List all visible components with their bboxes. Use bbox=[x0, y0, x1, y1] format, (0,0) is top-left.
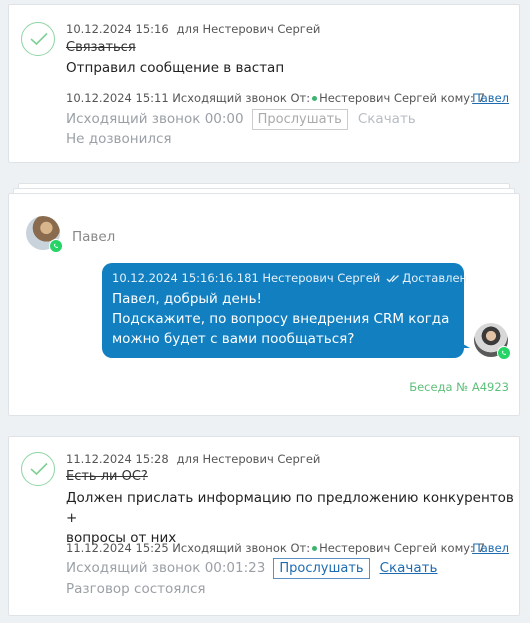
download-link[interactable]: Скачать bbox=[358, 111, 416, 127]
delivered-label: Доставлен bbox=[402, 271, 468, 285]
activity-card: 11.12.2024 15:28 для Нестерович Сергей Ес… bbox=[8, 436, 520, 616]
user-avatar[interactable] bbox=[474, 323, 511, 360]
call-label: Исходящий звонок 00:01:23 bbox=[66, 560, 266, 576]
call-from-name: Нестерович Сергей кому: 7 bbox=[319, 541, 485, 555]
activity-body-line: Должен прислать информацию по предложени… bbox=[66, 490, 514, 526]
call-status: Не дозвонился bbox=[66, 131, 172, 147]
message-line: Подскажите, по вопросу внедрения CRM ког… bbox=[112, 311, 450, 327]
check-circle-icon[interactable] bbox=[21, 22, 55, 56]
message-text: Павел, добрый день! Подскажите, по вопро… bbox=[112, 289, 454, 349]
whatsapp-icon bbox=[49, 239, 63, 253]
call-from-name: Нестерович Сергей кому: 7 bbox=[319, 91, 485, 105]
message-meta-text: 10.12.2024 15:16:16.181 Нестерович Серге… bbox=[112, 271, 381, 285]
contact-avatar[interactable] bbox=[26, 216, 63, 253]
call-meta: 10.12.2024 15:11 Исходящий звонок От: Нес… bbox=[66, 91, 485, 105]
activity-subject: Связаться bbox=[66, 40, 136, 55]
double-check-icon bbox=[386, 275, 400, 283]
call-meta: 11.12.2024 15:25 Исходящий звонок От: Нес… bbox=[66, 541, 485, 555]
activity-subject: Есть ли ОС? bbox=[66, 469, 148, 484]
activity-body: Должен прислать информацию по предложени… bbox=[66, 488, 519, 548]
message-line: можно будет с вами пообщаться? bbox=[112, 331, 355, 347]
call-contact-link[interactable]: Павел bbox=[472, 541, 509, 555]
call-meta-text: 11.12.2024 15:25 Исходящий звонок От: bbox=[66, 541, 311, 555]
listen-button[interactable]: Прослушать bbox=[251, 109, 348, 130]
check-circle-icon[interactable] bbox=[21, 452, 55, 486]
listen-button[interactable]: Прослушать bbox=[273, 558, 370, 579]
activity-for: для Нестерович Сергей bbox=[176, 452, 321, 466]
online-dot-icon bbox=[312, 95, 318, 101]
activity-meta: 11.12.2024 15:28 для Нестерович Сергей bbox=[66, 452, 320, 466]
online-dot-icon bbox=[312, 545, 318, 551]
call-meta-text: 10.12.2024 15:11 Исходящий звонок От: bbox=[66, 91, 311, 105]
activity-date: 11.12.2024 15:28 bbox=[66, 452, 169, 466]
call-line: Исходящий звонок 00:00 Прослушать Скачать bbox=[66, 109, 416, 130]
activity-for: для Нестерович Сергей bbox=[176, 22, 321, 36]
whatsapp-icon bbox=[497, 346, 511, 360]
conversation-link[interactable]: Беседа № A4923 bbox=[409, 380, 509, 394]
activity-card: 10.12.2024 15:16 для Нестерович Сергей Св… bbox=[8, 4, 520, 163]
bubble-tail bbox=[456, 340, 470, 348]
call-contact-link[interactable]: Павел bbox=[472, 91, 509, 105]
activity-body: Отправил сообщение в вастап bbox=[66, 60, 285, 76]
message-meta: 10.12.2024 15:16:16.181 Нестерович Серге… bbox=[112, 271, 467, 285]
message-line: Павел, добрый день! bbox=[112, 291, 262, 307]
activity-date: 10.12.2024 15:16 bbox=[66, 22, 169, 36]
call-line: Исходящий звонок 00:01:23 Прослушать Скача… bbox=[66, 558, 438, 579]
activity-meta: 10.12.2024 15:16 для Нестерович Сергей bbox=[66, 22, 320, 36]
call-label: Исходящий звонок 00:00 bbox=[66, 111, 244, 127]
call-status: Разговор состоялся bbox=[66, 581, 206, 597]
download-link[interactable]: Скачать bbox=[380, 560, 438, 576]
delivered-status: Доставлен bbox=[386, 271, 467, 285]
message-bubble: 10.12.2024 15:16:16.181 Нестерович Серге… bbox=[102, 263, 467, 358]
contact-name: Павел bbox=[72, 229, 116, 245]
